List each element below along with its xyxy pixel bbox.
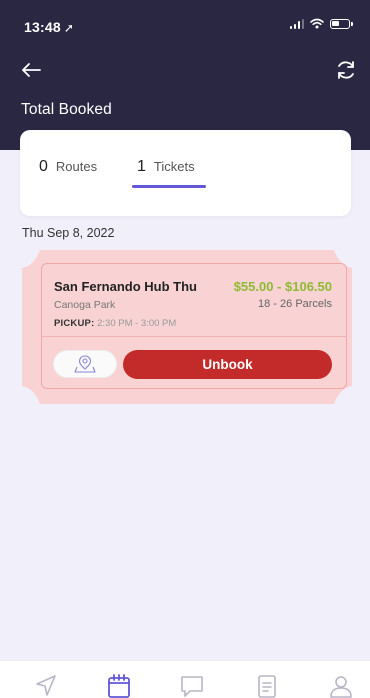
tab-routes[interactable]: 0 Routes [39,158,97,186]
pickup-time: 2:30 PM - 3:00 PM [97,318,177,329]
pickup-label: PICKUP: [54,318,95,329]
cellular-signal-icon [289,18,304,29]
chat-icon [181,676,203,697]
tabs-card: 0 Routes 1 Tickets [20,130,351,216]
tab-routes-label: Routes [55,159,98,174]
profile-icon [330,676,352,698]
tab-bar-navigate[interactable] [33,673,59,698]
tab-tickets-label: Tickets [153,159,195,174]
map-pin-icon [74,355,96,373]
status-bar: 13:48 ➚ [0,0,370,44]
tab-bar-messages[interactable] [179,673,205,698]
wifi-icon [310,18,324,29]
page-title: Total Booked [21,101,112,118]
calendar-icon [108,674,130,698]
status-icons [289,18,353,29]
map-button[interactable] [53,350,117,378]
origin-location: Canoga Park [54,299,116,311]
active-tab-indicator [132,185,206,188]
status-time: 13:48 ➚ [24,19,74,35]
parcel-count: 18 - 26 Parcels [258,298,332,310]
arrow-left-icon [22,63,41,77]
pickup-info: PICKUP: 2:30 PM - 3:00 PM [54,318,176,329]
tab-bar-calendar[interactable] [106,673,132,698]
unbook-button[interactable]: Unbook [123,350,332,379]
ticket-inner: San Fernando Hub Thu $55.00 - $106.50 Ca… [41,263,347,389]
tab-tickets-count: 1 [137,158,146,175]
tab-routes-count: 0 [39,158,48,175]
refresh-button[interactable] [334,58,358,82]
date-heading: Thu Sep 8, 2022 [22,226,115,240]
ticket-divider [42,336,346,337]
refresh-icon [338,61,354,79]
tab-tickets[interactable]: 1 Tickets [137,158,195,186]
document-icon [258,675,276,698]
battery-icon [330,18,353,29]
route-name: San Fernando Hub Thu [54,279,197,294]
ticket-card[interactable]: San Fernando Hub Thu $55.00 - $106.50 Ca… [22,250,352,404]
location-arrow-icon: ➚ [63,21,75,35]
tab-bar-profile[interactable] [328,673,354,698]
tab-bar-documents[interactable] [254,673,280,698]
status-time-text: 13:48 [24,19,61,35]
back-button[interactable] [20,58,46,82]
bottom-tab-bar [0,660,370,698]
navigation-icon [36,675,56,696]
price-range: $55.00 - $106.50 [233,279,332,294]
